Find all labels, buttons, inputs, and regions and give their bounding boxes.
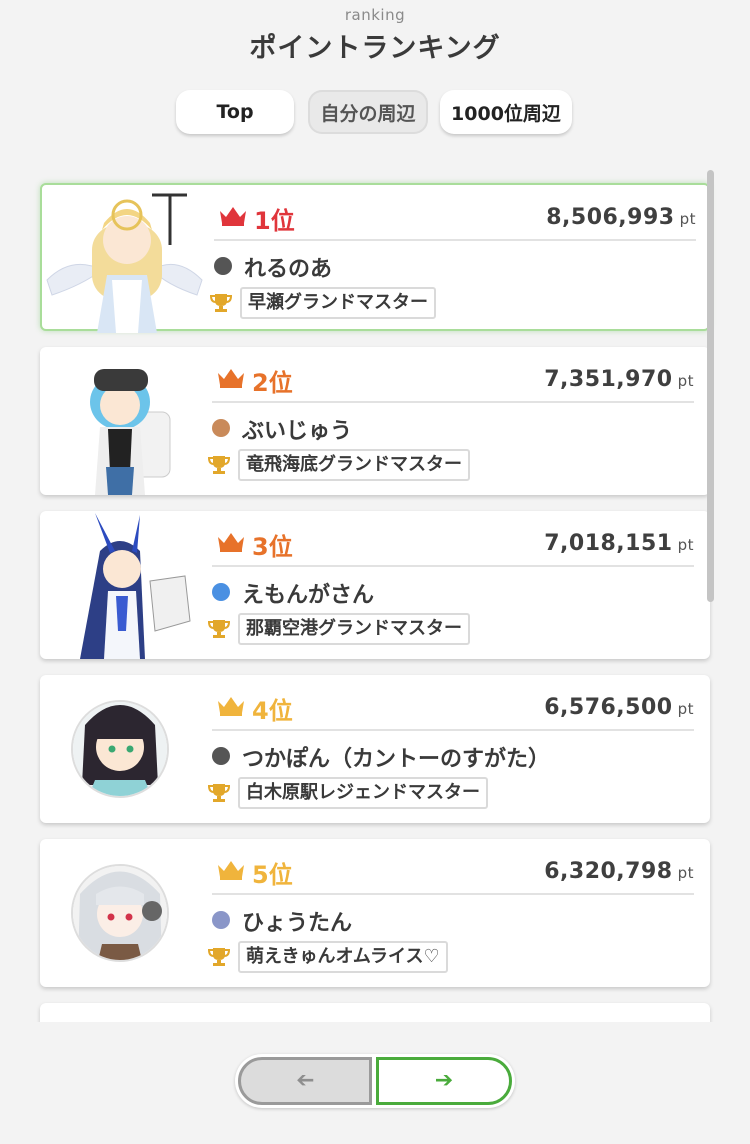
region-icon: [214, 257, 232, 275]
points-value: 8,506,993 pt: [546, 205, 696, 230]
ranking-card[interactable]: 2位 7,351,970 pt ぶいじゅう 竜飛海底グランドマスター: [40, 347, 710, 495]
scrollbar[interactable]: [707, 170, 714, 602]
tab-around-me[interactable]: 自分の周辺: [308, 90, 428, 134]
crown-icon: [218, 861, 244, 880]
region-icon: [212, 583, 230, 601]
avatar: [40, 675, 205, 823]
ranking-tabs: Top 自分の周辺 1000位周辺: [0, 90, 750, 136]
points-value: 7,351,970 pt: [544, 367, 694, 392]
rank-label: 3位: [252, 533, 293, 561]
player-title: 早瀬グランドマスター: [240, 287, 436, 319]
page-subtitle: ranking: [344, 6, 406, 24]
region-icon: [212, 419, 230, 437]
pager: ➔ ➔: [235, 1054, 515, 1108]
player-title: 竜飛海底グランドマスター: [238, 449, 470, 481]
tab-around-1000[interactable]: 1000位周辺: [440, 90, 572, 134]
arrow-left-icon: ➔: [295, 1068, 315, 1093]
trophy-icon: [208, 620, 230, 638]
page-title: ポイントランキング: [249, 33, 501, 64]
rank-label: 2位: [252, 369, 293, 397]
rank-label: 1位: [254, 207, 295, 235]
avatar: [42, 185, 207, 333]
player-title: 萌えきゅんオムライス♡: [238, 941, 448, 973]
rank-label: 5位: [252, 861, 293, 889]
trophy-icon: [210, 294, 232, 312]
ranking-card[interactable]: 5位 6,320,798 pt ひょうたん 萌えきゅんオムライス♡: [40, 839, 710, 987]
trophy-icon: [208, 948, 230, 966]
region-icon: [212, 911, 230, 929]
ranking-card[interactable]: 1位 8,506,993 pt れるのあ 早瀬グランドマスター: [40, 183, 710, 333]
crown-icon: [220, 207, 246, 226]
arrow-right-icon: ➔: [434, 1068, 454, 1093]
trophy-icon: [208, 456, 230, 474]
ranking-card[interactable]: 3位 7,018,151 pt えもんがさん 那覇空港グランドマスター: [40, 511, 710, 659]
crown-icon: [218, 533, 244, 552]
avatar: [40, 347, 205, 495]
next-page-button[interactable]: ➔: [376, 1057, 512, 1105]
player-name: ぶいじゅう: [242, 419, 353, 444]
player-title: 白木原駅レジェンドマスター: [238, 777, 488, 809]
player-title: 那覇空港グランドマスター: [238, 613, 470, 645]
tab-top[interactable]: Top: [176, 90, 294, 134]
ranking-card[interactable]: 4位 6,576,500 pt つかぽん（カントーのすがた） 白木原駅レジェンドマ…: [40, 675, 710, 823]
prev-page-button[interactable]: ➔: [238, 1057, 372, 1105]
avatar: [40, 511, 205, 659]
crown-icon: [218, 697, 244, 716]
points-value: 6,320,798 pt: [544, 859, 694, 884]
ranking-card[interactable]: [40, 1003, 710, 1022]
avatar: [40, 839, 205, 987]
crown-icon: [218, 369, 244, 388]
ranking-list[interactable]: 1位 8,506,993 pt れるのあ 早瀬グランドマスター 2位 7,351…: [0, 170, 750, 1022]
player-name: れるのあ: [244, 257, 333, 282]
points-value: 6,576,500 pt: [544, 695, 694, 720]
player-name: ひょうたん: [242, 911, 353, 936]
points-value: 7,018,151 pt: [544, 531, 694, 556]
region-icon: [212, 747, 230, 765]
player-name: つかぽん（カントーのすがた）: [242, 747, 551, 772]
rank-label: 4位: [252, 697, 293, 725]
trophy-icon: [208, 784, 230, 802]
player-name: えもんがさん: [242, 583, 375, 608]
